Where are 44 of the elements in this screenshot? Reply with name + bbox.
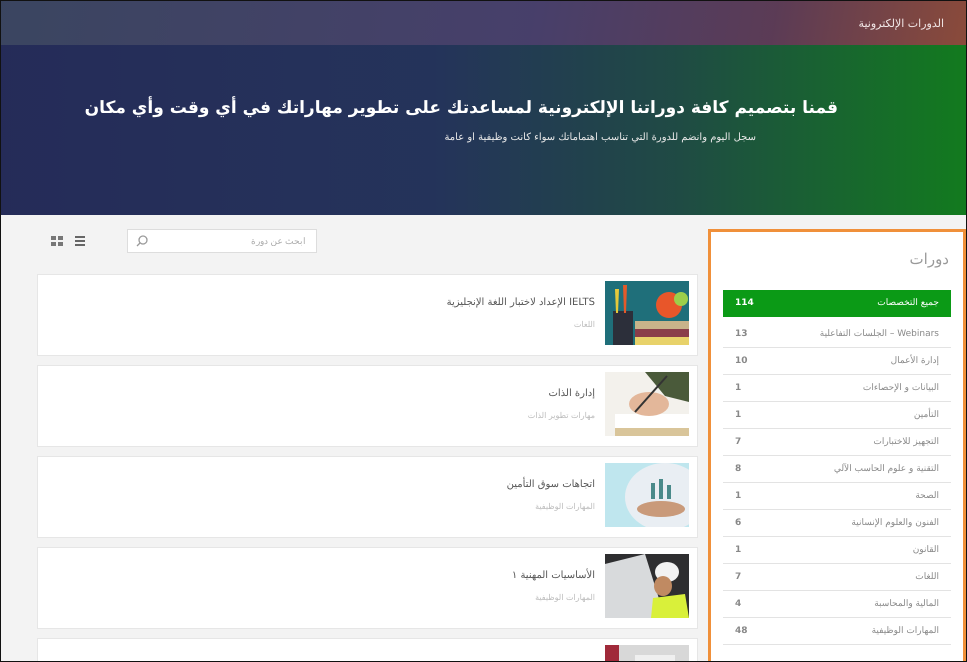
category-count: 1 [735,383,742,393]
category-count: 48 [735,626,748,636]
category-count: 114 [735,298,754,308]
course-card[interactable]: اتجاهات سوق التأمين المهارات الوظيفية [37,456,698,538]
sidebar-title: دورات [908,249,950,270]
course-category: المهارات الوظيفية [535,502,595,511]
category-count: 1 [735,545,742,555]
category-label: الصحة [915,491,939,501]
category-label: اللغات [915,572,939,582]
category-label: المالية والمحاسبة [874,599,939,609]
category-label: البيانات و الإحصاءات [862,383,939,393]
course-title: اتجاهات سوق التأمين [506,479,595,490]
category-count: 1 [735,491,742,501]
category-count: 6 [735,518,742,528]
category-label: Webinars – الجلسات التفاعلية [820,329,939,339]
course-title: الأساسيات المهنية ١ [512,570,595,581]
category-count: 10 [735,356,748,366]
category-label: إدارة الأعمال [890,356,939,366]
course-card[interactable]: إدارة الذات مهارات تطوير الذات [37,365,698,447]
category-label: المهارات الوظيفية [872,626,939,636]
category-label: القانون [912,545,939,555]
category-count: 7 [735,572,742,582]
hero-subtitle: سجل اليوم وانضم للدورة التي تناسب اهتماماتك سواء كانت وظيفية او عامة [443,132,757,142]
breadcrumb-link[interactable]: الدورات الإلكترونية [858,16,944,30]
course-title: إدارة الذات [548,388,595,399]
hero-title: قمنا بتصميم كافة دوراتنا الإلكترونية لمساعدتك على تطوير مهاراتك في أي وقت وأي مكان [84,98,839,118]
category-count: 7 [735,437,742,447]
category-count: 1 [735,410,742,420]
category-label: التقنية و علوم الحاسب الآلي [834,464,939,474]
course-category: اللغات [574,320,595,329]
category-label: الفنون والعلوم الإنسانية [851,518,939,528]
course-title: IELTS الإعداد لاختبار اللغة الإنجليزية [446,297,595,308]
course-card[interactable]: الأساسيات المهنية ١ المهارات الوظيفية [37,547,698,629]
category-count: 13 [735,329,748,339]
course-category: المهارات الوظيفية [535,593,595,602]
search-input[interactable]: ابحث عن دورة [148,235,308,247]
category-label: جميع التخصصات [877,298,939,308]
category-label: التجهيز للاختبارات [873,437,939,447]
category-label: التأمين [914,410,939,420]
course-card[interactable]: IELTS الإعداد لاختبار اللغة الإنجليزية اللغات [37,274,698,356]
search-field[interactable]: ابحث عن دورة [127,229,317,253]
course-category: مهارات تطوير الذات [528,411,595,420]
category-count: 4 [735,599,742,609]
category-count: 8 [735,464,742,474]
